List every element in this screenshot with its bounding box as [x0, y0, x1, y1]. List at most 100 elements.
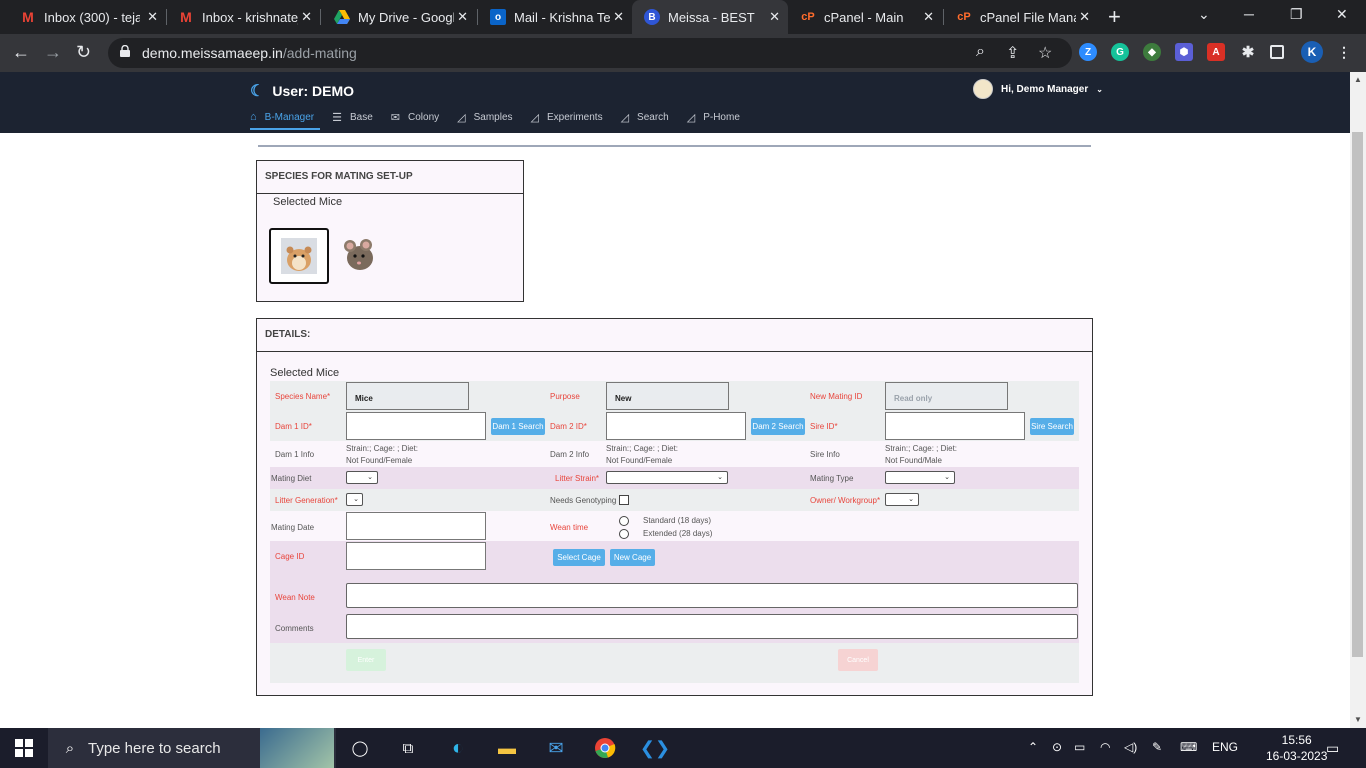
- select-cage-button[interactable]: Select Cage: [553, 549, 605, 566]
- restore-icon[interactable]: ❐: [1290, 6, 1303, 23]
- dam1-id-input[interactable]: [346, 412, 486, 440]
- zoom-icon[interactable]: ⌕: [976, 43, 985, 61]
- hamster-species-option[interactable]: [269, 228, 329, 284]
- nav-base[interactable]: ☰ Base: [332, 109, 373, 125]
- forward-icon[interactable]: →: [44, 42, 62, 63]
- mating-diet-select[interactable]: ⌄: [346, 471, 378, 484]
- mouse-species-option[interactable]: [339, 232, 379, 276]
- new-tab-icon[interactable]: +: [1108, 4, 1121, 30]
- browser-tab-strip: M Inbox (300) - teja ✕ M Inbox - krishna…: [0, 0, 1366, 34]
- profile-avatar[interactable]: K: [1301, 41, 1323, 63]
- close-tab-icon[interactable]: ✕: [769, 9, 780, 25]
- wean-note-textarea[interactable]: [346, 583, 1078, 608]
- cancel-button[interactable]: Cancel: [838, 649, 878, 671]
- edge-icon[interactable]: ◐: [446, 736, 470, 760]
- extensions-puzzle-icon[interactable]: ✱: [1239, 43, 1257, 61]
- minimize-icon[interactable]: ─: [1244, 6, 1254, 22]
- nav-samples[interactable]: ◿ Samples: [457, 109, 512, 125]
- extension-icon[interactable]: ⬢: [1175, 43, 1193, 61]
- chevron-down-icon: ⌄: [353, 496, 359, 503]
- new-cage-button[interactable]: New Cage: [610, 549, 655, 566]
- language-indicator[interactable]: ENG: [1212, 740, 1238, 754]
- grammarly-extension-icon[interactable]: G: [1111, 43, 1129, 61]
- chrome-icon[interactable]: [593, 736, 617, 760]
- wean-standard-radio[interactable]: [619, 516, 629, 526]
- wifi-icon[interactable]: ◠: [1100, 740, 1110, 754]
- close-tab-icon[interactable]: ✕: [613, 9, 624, 25]
- dam2-info-label: Dam 2 Info: [550, 450, 590, 459]
- pdf-extension-icon[interactable]: A: [1207, 43, 1225, 61]
- tray-chevron-icon[interactable]: ⌃: [1028, 740, 1038, 754]
- close-tab-icon[interactable]: ✕: [301, 9, 312, 25]
- zoom-extension-icon[interactable]: Z: [1079, 43, 1097, 61]
- moon-icon[interactable]: ☾: [250, 81, 264, 101]
- mail-icon[interactable]: ✉: [544, 736, 568, 760]
- browser-tab[interactable]: My Drive - Googl ✕: [322, 0, 476, 34]
- nav-p-home[interactable]: ◿ P-Home: [687, 109, 740, 125]
- browser-tab[interactable]: o Mail - Krishna Tej ✕: [478, 0, 632, 34]
- litter-generation-select[interactable]: ⌄: [346, 493, 363, 506]
- browser-tab-active[interactable]: B Meissa - BEST ✕: [632, 0, 788, 34]
- sire-search-button[interactable]: Sire Search: [1030, 418, 1074, 435]
- litter-strain-select[interactable]: ⌄: [606, 471, 728, 484]
- share-icon[interactable]: ⇪: [1006, 43, 1019, 63]
- dam1-search-button[interactable]: Dam 1 Search: [491, 418, 545, 435]
- taskbar-search-box[interactable]: ⌕ Type here to search: [48, 728, 336, 768]
- bookmark-star-icon[interactable]: ☆: [1038, 43, 1052, 63]
- battery-icon[interactable]: ▭: [1074, 740, 1085, 754]
- mating-date-input[interactable]: [346, 512, 486, 540]
- reload-icon[interactable]: ↻: [76, 42, 91, 63]
- notifications-icon[interactable]: ▭: [1326, 740, 1339, 757]
- browser-tab[interactable]: cP cPanel - Main ✕: [788, 0, 942, 34]
- user-menu[interactable]: Hi, Demo Manager ⌄: [973, 79, 1103, 99]
- nav-colony[interactable]: ✉ Colony: [391, 109, 439, 125]
- owner-workgroup-select[interactable]: ⌄: [885, 493, 919, 506]
- nav-b-manager[interactable]: ⌂ B-Manager: [250, 109, 314, 125]
- purpose-label: Purpose: [550, 392, 580, 401]
- windows-start-icon[interactable]: [12, 736, 36, 760]
- vscode-icon[interactable]: ❮❯: [640, 736, 670, 760]
- nav-experiments[interactable]: ◿ Experiments: [531, 109, 603, 125]
- volume-icon[interactable]: ◁): [1124, 740, 1137, 754]
- browser-tab[interactable]: M Inbox - krishnatej ✕: [166, 0, 320, 34]
- comments-textarea[interactable]: [346, 614, 1078, 639]
- system-clock[interactable]: 15:56 16-03-2023: [1266, 732, 1327, 764]
- close-tab-icon[interactable]: ✕: [457, 9, 468, 25]
- scroll-down-icon[interactable]: ▼: [1354, 715, 1362, 724]
- enter-button[interactable]: Enter: [346, 649, 386, 671]
- close-window-icon[interactable]: ✕: [1336, 6, 1348, 23]
- mating-type-select[interactable]: ⌄: [885, 471, 955, 484]
- lock-icon: [120, 45, 130, 57]
- dam2-id-input[interactable]: [606, 412, 746, 440]
- task-view-icon[interactable]: ⧉: [396, 736, 420, 760]
- browser-menu-icon[interactable]: ⋮: [1335, 43, 1353, 61]
- nav-search[interactable]: ◿ Search: [621, 109, 669, 125]
- dam2-search-button[interactable]: Dam 2 Search: [751, 418, 805, 435]
- file-explorer-icon[interactable]: ▬: [495, 736, 519, 760]
- sire-id-input[interactable]: [885, 412, 1025, 440]
- close-tab-icon[interactable]: ✕: [147, 9, 158, 25]
- browser-tab[interactable]: cP cPanel File Manag ✕: [944, 0, 1098, 34]
- cage-id-input[interactable]: [346, 542, 486, 570]
- scroll-up-icon[interactable]: ▲: [1354, 75, 1362, 84]
- divider: [258, 145, 1091, 147]
- scrollbar-thumb[interactable]: [1352, 132, 1363, 657]
- address-bar[interactable]: demo.meissamaeep.in/add-mating ⌕ ⇪ ☆: [108, 38, 1072, 68]
- hamster-icon: [281, 238, 317, 274]
- pen-icon[interactable]: ✎: [1152, 740, 1162, 754]
- extension-icon[interactable]: ◆: [1143, 43, 1161, 61]
- keyboard-icon[interactable]: ⌨: [1180, 740, 1197, 754]
- page-scrollbar[interactable]: ▲ ▼: [1350, 72, 1366, 728]
- needs-genotyping-checkbox[interactable]: [619, 495, 629, 505]
- back-icon[interactable]: ←: [12, 42, 30, 63]
- browser-tab[interactable]: M Inbox (300) - teja ✕: [8, 0, 166, 34]
- wean-extended-radio[interactable]: [619, 529, 629, 539]
- close-tab-icon[interactable]: ✕: [1079, 9, 1090, 25]
- side-panel-icon[interactable]: [1270, 45, 1284, 59]
- cortana-icon[interactable]: ◯: [348, 736, 372, 760]
- new-mating-id-field: Read only: [885, 382, 1008, 410]
- tray-app-icon[interactable]: ⊙: [1052, 740, 1062, 754]
- gmail-icon: M: [180, 9, 192, 25]
- tab-search-icon[interactable]: ⌄: [1198, 6, 1210, 23]
- close-tab-icon[interactable]: ✕: [923, 9, 934, 25]
